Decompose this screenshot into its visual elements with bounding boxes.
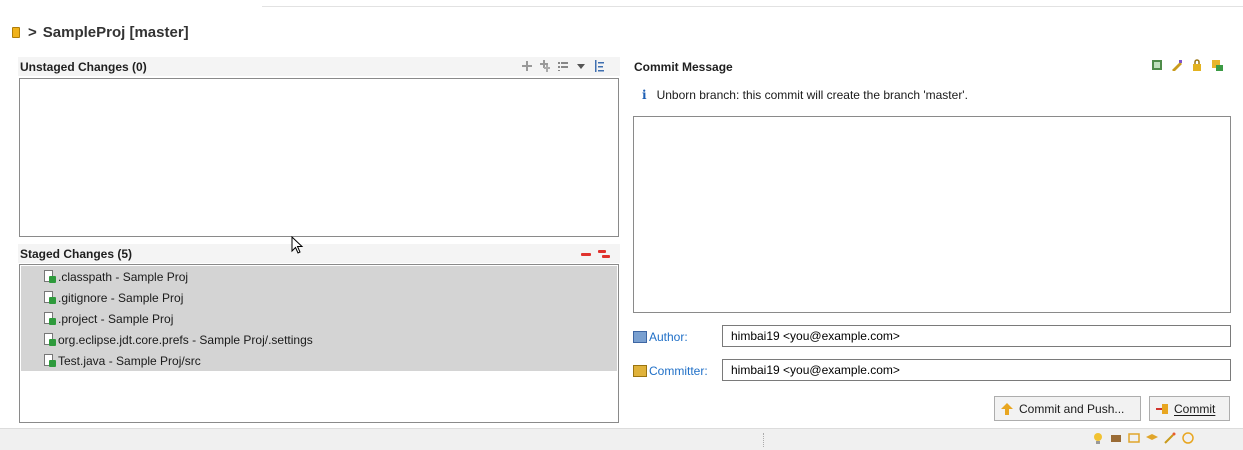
unstaged-toolbar [521,60,605,72]
committer-field[interactable]: himbai19 <you@example.com> [722,359,1231,381]
stage-selected-icon[interactable] [521,60,533,72]
open-perspective-icon[interactable] [1128,432,1140,444]
commit-label: Commit [1174,401,1216,416]
status-indicator-icon[interactable] [1182,432,1194,444]
repository-title: SampleProj [master] [42,23,189,41]
committer-label[interactable]: Committer: [633,364,708,378]
amend-lock-icon[interactable] [1191,59,1203,71]
magic-wand-icon[interactable] [1164,432,1176,444]
signed-off-by-icon[interactable] [1171,59,1183,71]
staged-item[interactable]: .classpath - Sample Proj [21,266,617,287]
staged-item[interactable]: org.eclipse.jdt.core.prefs - Sample Proj… [21,329,617,350]
added-file-icon [43,291,56,304]
committer-icon [633,365,647,377]
staged-item-label: .project - Sample Proj [58,311,174,326]
stage-all-icon[interactable] [539,60,551,72]
commit-push-icon [1001,402,1013,415]
added-java-file-icon [43,354,56,367]
staged-item-label: Test.java - Sample Proj/src [58,353,201,368]
commit-and-push-label: Commit and Push... [1019,401,1125,416]
presentation-list-icon[interactable] [557,60,569,72]
commit-info-message: i Unborn branch: this commit will create… [642,88,968,102]
staged-changes-list: .classpath - Sample Proj .gitignore - Sa… [21,266,617,371]
added-file-icon [43,312,56,325]
staged-item-label: org.eclipse.jdt.core.prefs - Sample Proj… [58,332,313,347]
sort-icon[interactable] [593,60,605,72]
staged-item-label: .gitignore - Sample Proj [58,290,184,305]
change-id-icon[interactable] [1211,59,1223,71]
commit-message-textarea[interactable] [633,116,1231,313]
commit-message-title: Commit Message [634,60,733,74]
unborn-branch-text: Unborn branch: this commit will create t… [656,88,968,102]
commit-and-push-button[interactable]: Commit and Push... [994,396,1141,421]
commit-icon [1156,403,1168,414]
view-menu-dropdown-icon[interactable] [575,60,587,72]
staged-item-label: .classpath - Sample Proj [58,269,189,284]
git-repository-icon[interactable] [1110,432,1122,444]
added-file-icon [43,270,56,283]
tutorial-hat-icon[interactable] [1146,432,1158,444]
staged-toolbar [580,248,610,260]
staged-changes-title: Staged Changes (5) [20,247,133,261]
tip-lightbulb-icon[interactable] [1092,432,1104,444]
unstage-all-icon[interactable] [598,248,610,260]
mouse-cursor-icon [291,236,304,254]
author-icon [633,331,647,343]
staged-item[interactable]: Test.java - Sample Proj/src [21,350,617,371]
commit-button[interactable]: Commit [1149,396,1230,421]
status-bar [0,428,1243,450]
spell-check-icon[interactable] [1151,59,1163,71]
staged-item[interactable]: .gitignore - Sample Proj [21,287,617,308]
page-title: > SampleProj [master] [12,20,189,44]
info-icon: i [642,88,647,102]
title-separator: > [28,23,37,41]
added-file-icon [43,333,56,346]
top-edge [0,0,1243,8]
author-label[interactable]: Author: [633,330,688,344]
status-divider [763,433,765,447]
repository-icon [12,26,20,38]
unstaged-changes-list[interactable] [19,78,619,237]
status-trim-icons [1092,432,1194,444]
commit-toolbar [1151,59,1223,71]
staged-item[interactable]: .project - Sample Proj [21,308,617,329]
unstage-selected-icon[interactable] [580,248,592,260]
unstaged-changes-title: Unstaged Changes (0) [20,60,147,74]
author-field[interactable]: himbai19 <you@example.com> [722,325,1231,347]
